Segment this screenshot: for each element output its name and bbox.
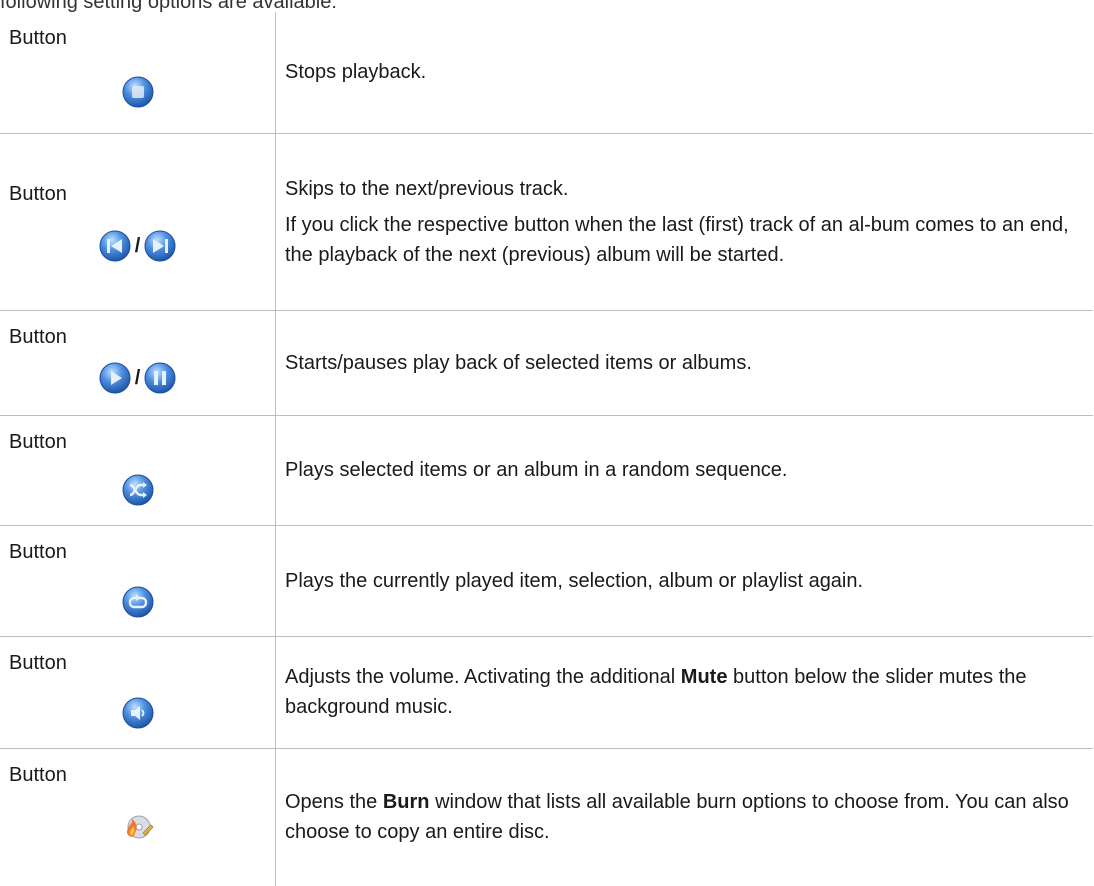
pause-icon	[143, 361, 177, 395]
description-text: Skips to the next/previous track.	[285, 177, 569, 200]
description-cell: Stops playback.	[275, 12, 1093, 134]
description-text: Plays the currently played item, selecti…	[285, 569, 864, 592]
description-text: Stops playback.	[285, 61, 427, 84]
burn-icon	[121, 811, 155, 845]
table-row: Button / Skips to the next/previous trac…	[0, 133, 1093, 311]
icon-separator: /	[134, 366, 141, 389]
description-text: If you click the respective button when …	[285, 213, 1069, 266]
label-cell: Button	[0, 525, 276, 637]
icon-group	[0, 585, 275, 619]
description-text: Adjusts the volume. Activating the addit…	[285, 666, 1027, 718]
description-cell: Plays selected items or an album in a ra…	[275, 415, 1093, 526]
icon-group	[0, 696, 275, 730]
label-cell: Button /	[0, 310, 276, 416]
table-row: Button Plays the currently played item, …	[0, 525, 1093, 637]
icon-group: /	[0, 361, 275, 395]
button-label: Button	[9, 430, 67, 453]
button-label: Button	[9, 540, 67, 563]
shuffle-icon	[121, 473, 155, 507]
description-text: Starts/pauses play back of selected item…	[285, 351, 752, 374]
button-label: Button	[9, 27, 67, 49]
table-row: Button Stops playback.	[0, 12, 1093, 134]
description-cell: Adjusts the volume. Activating the addit…	[275, 636, 1093, 749]
table-row: Button Plays selected items or an album …	[0, 415, 1093, 526]
icon-group	[0, 811, 275, 845]
previous-track-icon	[98, 229, 132, 263]
mute-keyword: Mute	[680, 666, 728, 688]
description-cell: Opens the Burn window that lists all ava…	[276, 748, 1094, 886]
stop-icon	[121, 75, 155, 109]
button-label: Button	[9, 182, 67, 205]
button-label: Button	[9, 651, 67, 674]
button-label: Button	[9, 325, 67, 348]
label-cell: Button	[0, 748, 276, 886]
description-cell: Skips to the next/previous track. If you…	[275, 133, 1093, 311]
repeat-icon	[121, 585, 155, 619]
button-reference-table: Button Stops playback. Button / Skips to…	[0, 12, 1093, 886]
description-cell: Plays the currently played item, selecti…	[275, 525, 1093, 637]
table-row: Button Adjusts the volume. Activating th…	[0, 636, 1093, 749]
description-text: Opens the Burn window that lists all ava…	[285, 791, 1069, 844]
table-row: Button Opens the Burn window that lists …	[0, 748, 1093, 886]
label-cell: Button	[0, 12, 276, 134]
icon-group	[0, 473, 275, 507]
description-cell: Starts/pauses play back of selected item…	[275, 310, 1093, 416]
icon-separator: /	[134, 234, 141, 257]
icon-group: /	[0, 229, 275, 263]
volume-icon	[121, 696, 155, 730]
play-icon	[98, 361, 132, 395]
next-track-icon	[143, 229, 177, 263]
table-row: Button / Starts/pauses play back of sele…	[0, 310, 1093, 416]
button-label: Button	[9, 763, 67, 786]
burn-keyword: Burn	[382, 791, 430, 814]
label-cell: Button /	[0, 133, 276, 311]
icon-group	[0, 75, 275, 109]
label-cell: Button	[0, 415, 276, 526]
description-text: Plays selected items or an album in a ra…	[285, 459, 788, 481]
label-cell: Button	[0, 636, 276, 749]
